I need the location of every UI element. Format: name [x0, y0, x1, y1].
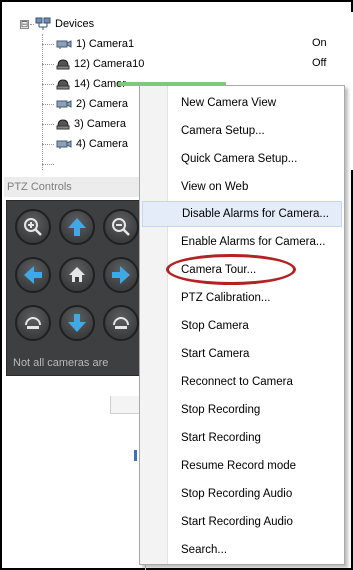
tree-item-state: On: [312, 37, 327, 49]
tree-item-label: 3) Camera: [74, 118, 126, 130]
arrow-left-icon: [24, 266, 42, 284]
tree-root-devices[interactable]: ⊟ Devices: [20, 14, 94, 34]
home-icon: [69, 267, 85, 282]
menu-item-ptz-calibration[interactable]: PTZ Calibration...: [142, 285, 342, 311]
tree-item-label: 2) Camera: [76, 98, 128, 110]
menu-item-reconnect-camera[interactable]: Reconnect to Camera: [142, 369, 342, 395]
arrow-up-icon: [68, 218, 86, 236]
menu-item-stop-recording[interactable]: Stop Recording: [142, 397, 342, 423]
camera-context-menu: New Camera View Camera Setup... Quick Ca…: [139, 85, 345, 565]
pan-right-button[interactable]: [103, 257, 139, 293]
zoom-in-button[interactable]: [15, 209, 51, 245]
annotation-oval: [166, 254, 296, 285]
menu-item-quick-camera-setup[interactable]: Quick Camera Setup...: [142, 146, 342, 172]
zoom-out-button[interactable]: [103, 209, 139, 245]
dome-camera-icon: [56, 57, 70, 71]
collapse-toggle[interactable]: ⊟: [20, 19, 29, 29]
dome-camera-icon: [56, 77, 70, 91]
menu-item-disable-alarms[interactable]: Disable Alarms for Camera...: [142, 201, 342, 227]
tree-root-label: Devices: [55, 18, 95, 30]
menu-item-search[interactable]: Search...: [142, 537, 342, 563]
tree-item-camera[interactable]: 1) Camera1 On: [42, 34, 352, 54]
menu-item-stop-camera[interactable]: Stop Camera: [142, 313, 342, 339]
focus-near-icon: [25, 317, 41, 329]
tree-item-label: 12) Camera10: [74, 58, 145, 70]
devices-icon: [35, 17, 51, 31]
tree-item-label: 1) Camera1: [76, 38, 135, 50]
menu-item-resume-record-mode[interactable]: Resume Record mode: [142, 453, 342, 479]
focus-near-button[interactable]: [15, 305, 51, 341]
camera-box-icon: [56, 98, 72, 110]
window-frame: ⊟ Devices 1) Camera1 On 12) Camera10 Off…: [0, 0, 353, 570]
menu-item-view-on-web[interactable]: View on Web: [142, 174, 342, 200]
dome-camera-icon: [56, 117, 70, 131]
zoom-in-icon: [24, 218, 42, 236]
pan-down-button[interactable]: [59, 305, 95, 341]
pan-left-button[interactable]: [15, 257, 51, 293]
menu-item-start-camera[interactable]: Start Camera: [142, 341, 342, 367]
ptz-support-note: Not all cameras are: [13, 357, 109, 369]
home-button[interactable]: [59, 257, 95, 293]
tree-item-label: 4) Camera: [76, 138, 128, 150]
ptz-controls-panel: Not all cameras are: [6, 200, 150, 376]
focus-far-button[interactable]: [103, 305, 139, 341]
accent-marker: [134, 450, 137, 461]
arrow-right-icon: [112, 266, 130, 284]
menu-item-enable-alarms[interactable]: Enable Alarms for Camera...: [142, 229, 342, 255]
menu-item-camera-setup[interactable]: Camera Setup...: [142, 118, 342, 144]
menu-item-start-recording[interactable]: Start Recording: [142, 425, 342, 451]
tree-item-camera[interactable]: 12) Camera10 Off: [42, 54, 352, 74]
camera-box-icon: [56, 38, 72, 50]
menu-item-stop-recording-audio[interactable]: Stop Recording Audio: [142, 481, 342, 507]
menu-item-new-camera-view[interactable]: New Camera View: [142, 90, 342, 116]
camera-box-icon: [56, 138, 72, 150]
pan-up-button[interactable]: [59, 209, 95, 245]
tree-item-state: Off: [312, 57, 327, 69]
arrow-down-icon: [68, 314, 86, 332]
zoom-out-icon: [112, 218, 130, 236]
menu-item-start-recording-audio[interactable]: Start Recording Audio: [142, 509, 342, 535]
ptz-panel-title: PTZ Controls: [4, 177, 149, 197]
focus-far-icon: [113, 317, 129, 329]
